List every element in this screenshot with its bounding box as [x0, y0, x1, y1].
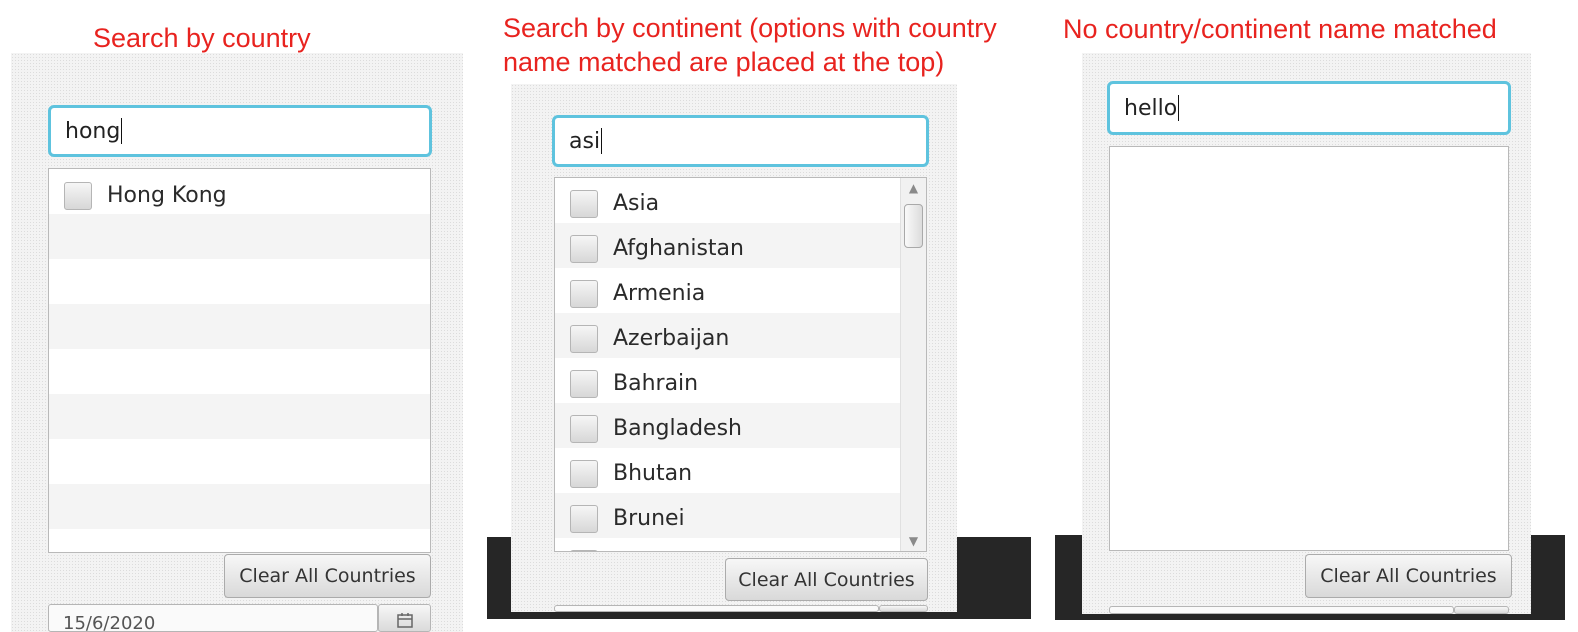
country-filter-panel-2: asi Asia Afghanistan Armenia Azerbaijan … [511, 84, 957, 612]
list-item-label: Hong Kong [107, 183, 227, 208]
search-input[interactable]: hello [1107, 81, 1511, 135]
caption-no-match: No country/continent name matched [1063, 14, 1497, 44]
list-item[interactable]: Asia [555, 181, 926, 226]
list-item[interactable]: Brunei [555, 496, 926, 541]
list-item-label: Asia [613, 191, 660, 216]
search-input[interactable]: asi [552, 115, 929, 167]
country-filter-panel-1: hong Hong Kong Clear All Countries 15/6/… [11, 53, 463, 632]
checkbox[interactable] [570, 234, 598, 263]
text-caret [121, 118, 123, 144]
date-field[interactable]: 15/6/2020 [48, 604, 378, 632]
calendar-button[interactable] [1454, 606, 1509, 614]
checkbox[interactable] [570, 414, 598, 443]
date-field[interactable] [554, 605, 879, 612]
search-input-value: hong [65, 118, 121, 144]
caption-search-by-continent-line2: name matched are placed at the top) [503, 47, 945, 77]
calendar-button[interactable] [879, 605, 928, 612]
checkbox[interactable] [570, 279, 598, 308]
clear-all-countries-button[interactable]: Clear All Countries [1305, 554, 1512, 598]
list-item[interactable]: Afghanistan [555, 226, 926, 271]
clear-all-countries-button[interactable]: Clear All Countries [725, 558, 928, 601]
checkbox[interactable] [570, 324, 598, 353]
text-caret [1178, 95, 1180, 121]
country-list[interactable]: Asia Afghanistan Armenia Azerbaijan Bahr… [554, 177, 927, 552]
checkbox[interactable] [570, 549, 598, 551]
list-item[interactable]: Bahrain [555, 361, 926, 406]
search-input[interactable]: hong [48, 105, 432, 157]
list-item[interactable]: Bhutan [555, 451, 926, 496]
list-item-label: Armenia [613, 281, 706, 306]
checkbox[interactable] [570, 504, 598, 533]
list-item-label: Azerbaijan [613, 326, 730, 351]
list-item-label: Afghanistan [613, 236, 744, 261]
caption-search-by-continent-line1: Search by continent (options with countr… [503, 13, 997, 43]
country-list-empty[interactable] [1109, 146, 1509, 551]
search-input-value: asi [569, 128, 601, 154]
clear-all-countries-button[interactable]: Clear All Countries [224, 554, 431, 598]
calendar-button[interactable] [378, 604, 431, 632]
list-item-label: Bangladesh [613, 416, 742, 441]
caption-search-by-country: Search by country [93, 23, 311, 53]
scroll-thumb[interactable] [904, 204, 923, 248]
vertical-scrollbar[interactable]: ▲ ▼ [900, 178, 926, 551]
list-item[interactable]: Hong Kong [49, 173, 430, 218]
chevron-down-icon[interactable]: ▼ [901, 531, 926, 551]
list-item[interactable]: Azerbaijan [555, 316, 926, 361]
search-input-value: hello [1124, 95, 1178, 121]
checkbox[interactable] [570, 189, 598, 218]
calendar-icon [396, 613, 413, 628]
checkbox[interactable] [570, 459, 598, 488]
list-item-label: Bhutan [613, 461, 693, 486]
list-item-partial[interactable] [555, 541, 926, 551]
chevron-up-icon[interactable]: ▲ [901, 178, 926, 198]
country-filter-panel-3: hello Clear All Countries [1082, 53, 1531, 614]
text-caret [601, 128, 603, 154]
country-list[interactable]: Hong Kong [48, 168, 431, 553]
checkbox[interactable] [64, 181, 92, 210]
date-field-value: 15/6/2020 [63, 613, 156, 632]
date-field[interactable] [1109, 606, 1454, 614]
list-item-label: Brunei [613, 506, 685, 531]
checkbox[interactable] [570, 369, 598, 398]
list-item[interactable]: Armenia [555, 271, 926, 316]
list-item-label: Bahrain [613, 371, 699, 396]
list-item[interactable]: Bangladesh [555, 406, 926, 451]
